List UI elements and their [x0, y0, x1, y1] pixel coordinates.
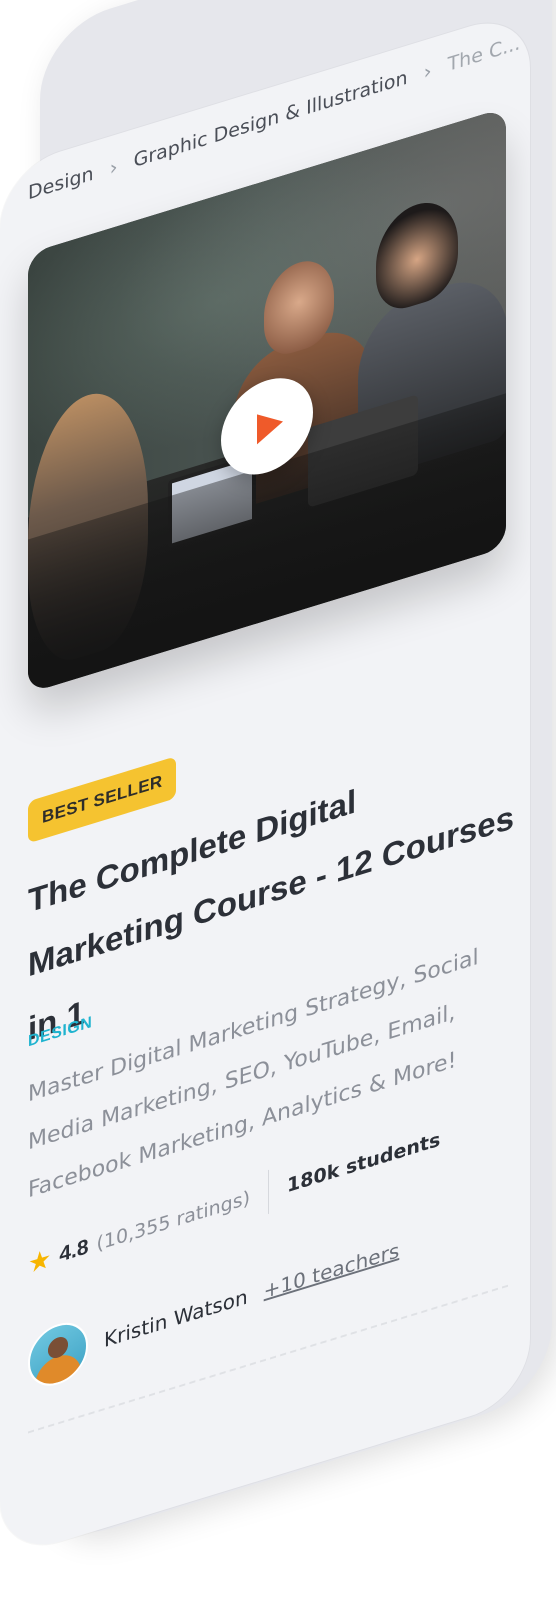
- phone-mockup: Design › Graphic Design & Illustration ›…: [0, 0, 556, 1613]
- breadcrumb-item-design[interactable]: Design: [28, 162, 94, 204]
- course-screen: Design › Graphic Design & Illustration ›…: [0, 7, 530, 1560]
- ratings-count: (10,355 ratings): [96, 1186, 251, 1256]
- avatar[interactable]: [28, 1315, 88, 1394]
- rating-value: 4.8: [59, 1234, 89, 1267]
- star-icon: ★: [28, 1243, 52, 1281]
- chevron-right-icon: ›: [423, 58, 432, 85]
- course-video-thumbnail[interactable]: [28, 107, 506, 694]
- students-count: 180k students: [287, 1128, 441, 1198]
- breadcrumb-item-current: The C...: [447, 31, 521, 77]
- chevron-right-icon: ›: [109, 154, 118, 181]
- more-teachers-link[interactable]: +10 teachers: [264, 1238, 400, 1303]
- stats-divider: [268, 1169, 270, 1215]
- author-name[interactable]: Kristin Watson: [104, 1284, 248, 1352]
- play-icon: [257, 406, 283, 445]
